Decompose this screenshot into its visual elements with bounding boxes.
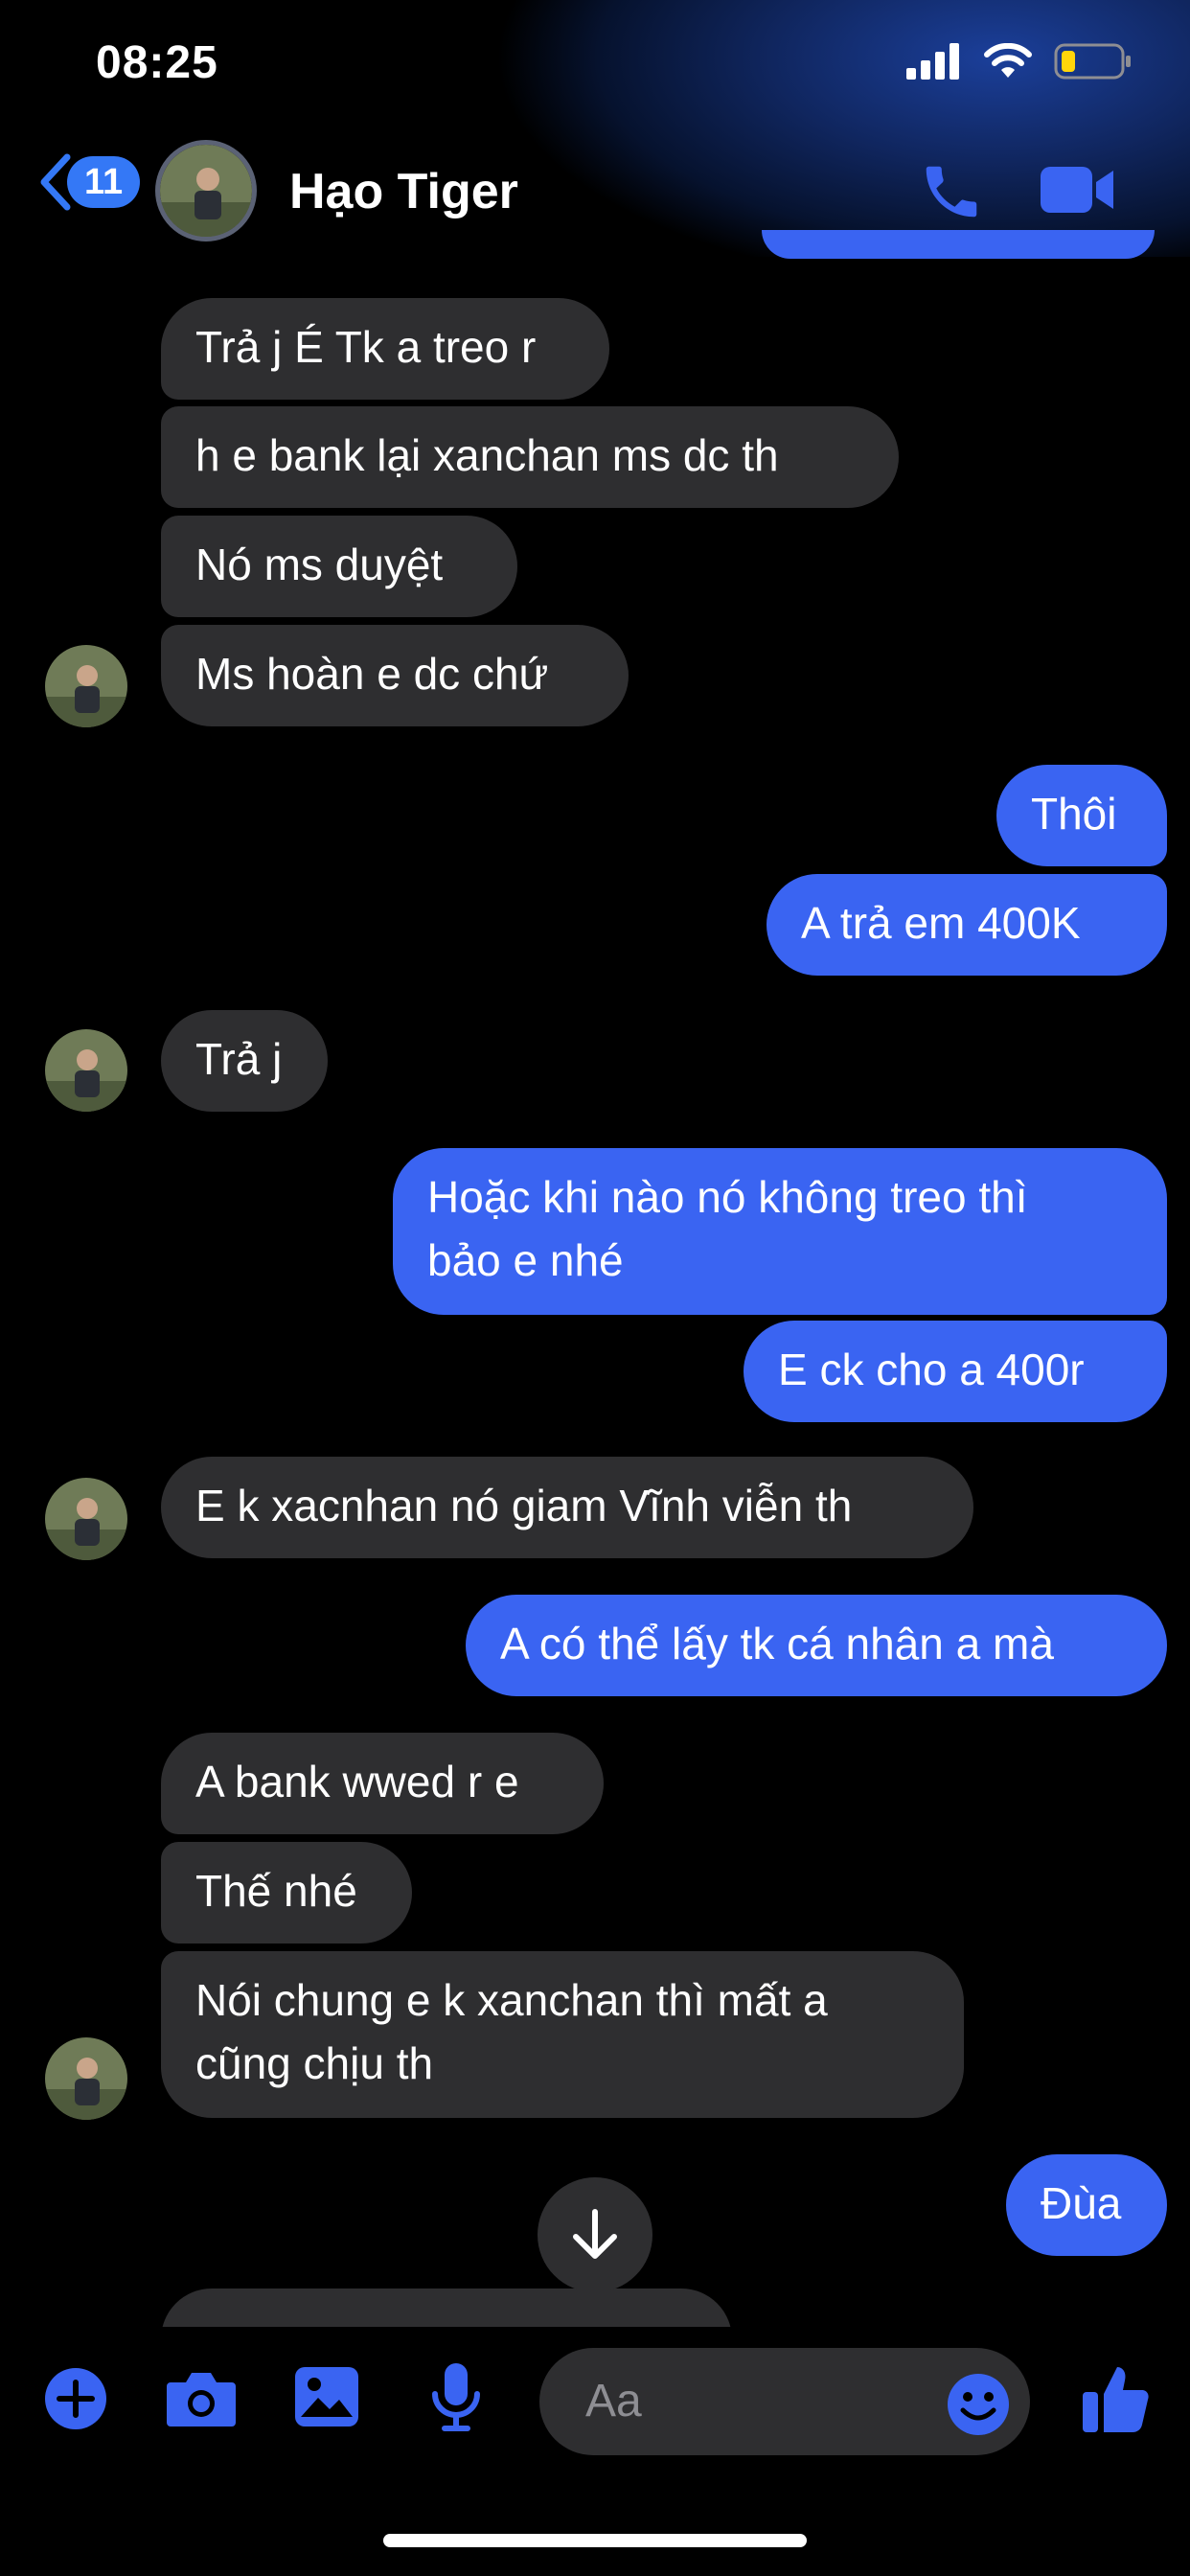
like-button[interactable] [1081, 2363, 1150, 2439]
message-bubble-incoming[interactable]: Nó ms duyệt [161, 516, 517, 617]
phone-icon [926, 166, 977, 218]
battery-icon [1054, 43, 1131, 80]
emoji-icon [948, 2374, 1009, 2435]
video-camera-icon [1041, 167, 1113, 213]
message-list[interactable]: Trả j É Tk a treo r h e bank lại xanchan… [0, 257, 1190, 2327]
call-button[interactable] [918, 158, 985, 230]
scroll-to-bottom-button[interactable] [538, 2177, 652, 2292]
signal-icon [906, 43, 959, 80]
message-bubble-incoming[interactable]: h e bank lại xanchan ms dc th [161, 406, 899, 508]
message-text: A trả em 400K [801, 898, 1081, 948]
message-bubble-incoming-partial[interactable] [161, 2288, 732, 2327]
sender-avatar[interactable] [45, 1029, 127, 1112]
message-bubble-incoming[interactable]: A bank wwed r e [161, 1733, 604, 1834]
message-text: Thôi [1031, 789, 1117, 839]
message-text: E ck cho a 400r [778, 1345, 1085, 1394]
video-call-button[interactable] [1039, 163, 1115, 221]
message-bubble-incoming[interactable]: Trả j [161, 1010, 328, 1112]
message-text: Ms hoàn e dc chứ [195, 649, 549, 699]
sender-avatar[interactable] [45, 1478, 127, 1560]
message-text-line: cũng chịu th [195, 2038, 434, 2088]
arrow-down-icon [573, 2209, 617, 2259]
message-text-line: Hoặc khi nào nó không treo thì [427, 1172, 1028, 1222]
message-bubble-incoming[interactable]: Trả j É Tk a treo r [161, 298, 609, 400]
message-text: Nó ms duyệt [195, 540, 444, 589]
voice-button[interactable] [429, 2361, 483, 2437]
message-bubble-outgoing[interactable]: A có thể lấy tk cá nhân a mà [466, 1595, 1167, 1696]
message-input-placeholder: Aa [585, 2376, 642, 2426]
message-bubble-incoming[interactable]: E k xacnhan nó giam Vĩnh viễn th [161, 1457, 973, 1558]
message-bubble-incoming[interactable]: Thế nhé [161, 1842, 412, 1944]
message-text: h e bank lại xanchan ms dc th [195, 430, 779, 480]
previous-message-bubble [762, 230, 1155, 259]
message-text: Trả j [195, 1034, 283, 1084]
sender-avatar[interactable] [45, 645, 127, 727]
message-text: Trả j É Tk a treo r [195, 322, 537, 372]
emoji-button[interactable] [946, 2369, 1011, 2476]
message-text: Thế nhé [195, 1866, 357, 1916]
message-text: Đùa [1041, 2178, 1122, 2228]
message-bubble-outgoing[interactable]: Đùa [1006, 2154, 1167, 2256]
wifi-icon [984, 43, 1032, 78]
camera-button[interactable] [165, 2369, 238, 2433]
message-bubble-incoming[interactable]: Ms hoàn e dc chứ [161, 625, 629, 726]
plus-circle-icon [45, 2368, 106, 2429]
message-text: E k xacnhan nó giam Vĩnh viễn th [195, 1481, 853, 1530]
gallery-button[interactable] [293, 2365, 360, 2433]
message-text: A có thể lấy tk cá nhân a mà [500, 1619, 1054, 1668]
status-icons [906, 42, 1133, 80]
contact-avatar[interactable] [155, 140, 257, 242]
microphone-icon [432, 2363, 480, 2431]
message-bubble-incoming[interactable]: Nói chung e k xanchan thì mất a cũng chị… [161, 1951, 964, 2118]
camera-icon [167, 2373, 236, 2426]
sender-avatar[interactable] [45, 2037, 127, 2120]
message-bubble-outgoing[interactable]: Hoặc khi nào nó không treo thì bảo e nhé [393, 1148, 1167, 1315]
message-input[interactable]: Aa [539, 2348, 1030, 2455]
home-indicator [383, 2534, 807, 2547]
message-bubble-outgoing[interactable]: A trả em 400K [767, 874, 1167, 976]
contact-name[interactable]: Hạo Tiger [289, 163, 518, 220]
back-button[interactable]: 11 [38, 153, 141, 211]
status-time: 08:25 [96, 37, 218, 88]
message-bubble-outgoing[interactable]: Thôi [996, 765, 1167, 866]
message-text-line: Nói chung e k xanchan thì mất a [195, 1975, 828, 2025]
unread-badge: 11 [67, 156, 141, 208]
add-button[interactable] [42, 2365, 109, 2437]
message-text: A bank wwed r e [195, 1757, 519, 1806]
image-icon [295, 2367, 358, 2426]
chat-header: 08:25 11 Hạo Tiger [0, 0, 1190, 259]
message-bubble-outgoing[interactable]: E ck cho a 400r [744, 1321, 1167, 1422]
thumbs-up-icon [1083, 2367, 1149, 2432]
message-text-line: bảo e nhé [427, 1235, 624, 1285]
